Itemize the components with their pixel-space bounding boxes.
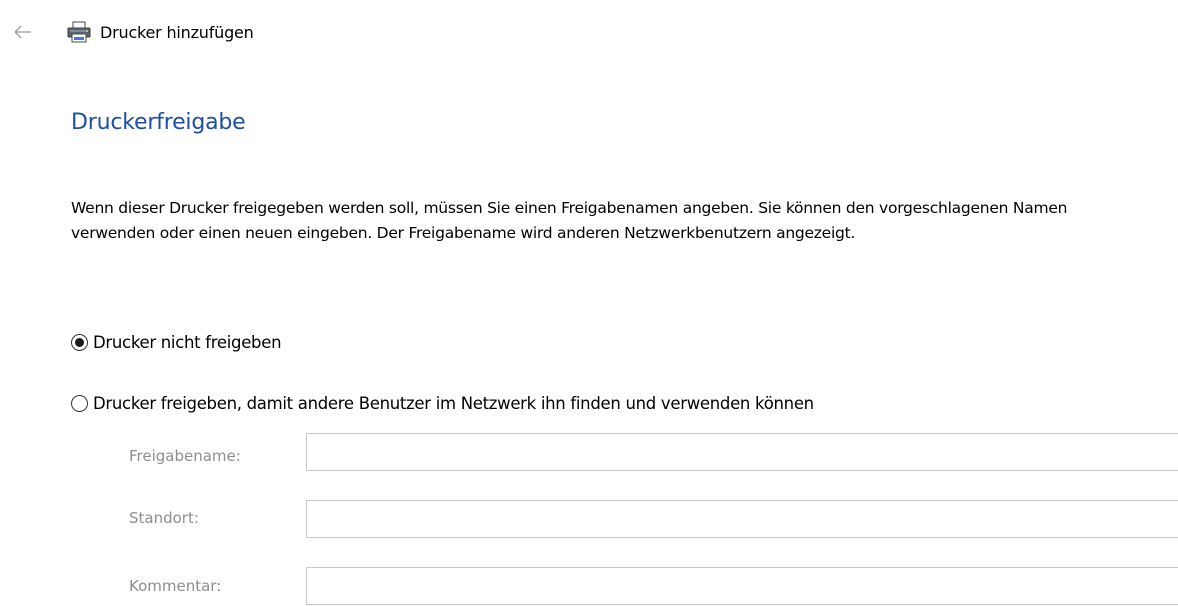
printer-icon — [66, 20, 100, 44]
radio-button-selected[interactable] — [71, 334, 88, 351]
add-printer-wizard: Drucker hinzufügen Druckerfreigabe Wenn … — [0, 0, 1178, 606]
radio-do-not-share[interactable]: Drucker nicht freigeben — [71, 333, 282, 352]
title-bar: Drucker hinzufügen — [66, 18, 254, 46]
radio-label-share-printer: Drucker freigeben, damit andere Benutzer… — [93, 394, 814, 413]
comment-input[interactable] — [306, 567, 1178, 605]
back-arrow-icon — [14, 25, 31, 39]
share-name-input[interactable] — [306, 433, 1178, 471]
share-name-label: Freigabename: — [129, 447, 241, 465]
location-input[interactable] — [306, 500, 1178, 538]
comment-label: Kommentar: — [129, 577, 222, 595]
back-button[interactable] — [8, 18, 38, 46]
window-title: Drucker hinzufügen — [100, 22, 254, 42]
radio-button-unselected[interactable] — [71, 395, 88, 412]
description-text: Wenn dieser Drucker freigegeben werden s… — [71, 199, 1068, 242]
page-title: Druckerfreigabe — [71, 110, 246, 135]
radio-share-printer[interactable]: Drucker freigeben, damit andere Benutzer… — [71, 394, 814, 413]
radio-label-do-not-share: Drucker nicht freigeben — [93, 333, 282, 352]
radio-dot — [75, 338, 84, 347]
location-label: Standort: — [129, 509, 199, 527]
